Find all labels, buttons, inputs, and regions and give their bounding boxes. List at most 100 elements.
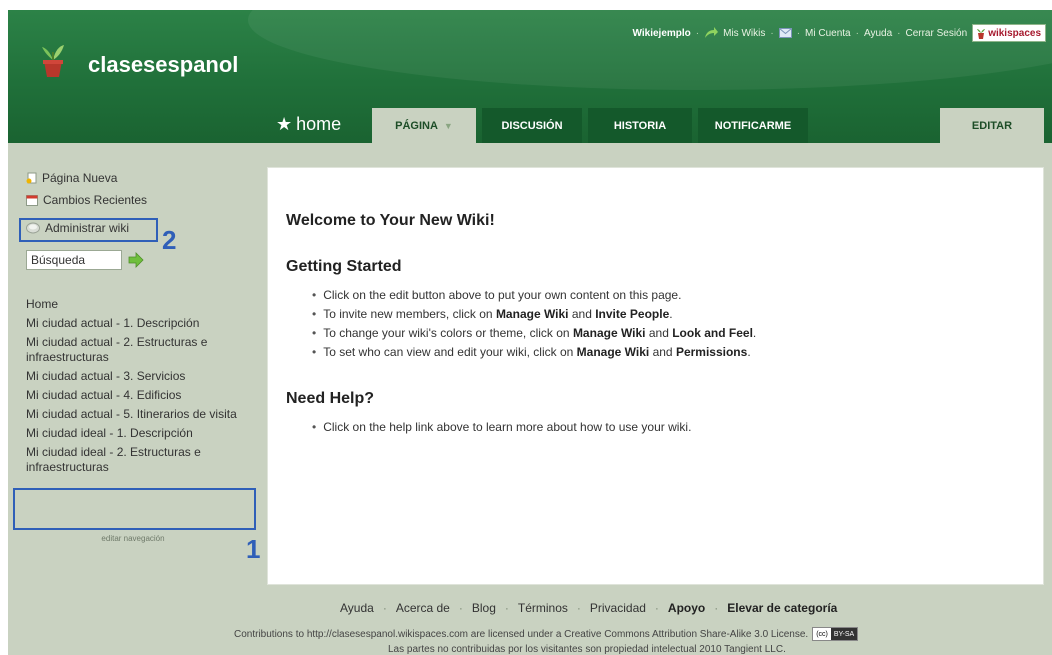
list-item: To change your wiki's colors or theme, c… xyxy=(312,324,1025,343)
nav-item[interactable]: Mi ciudad ideal - 2. Estructuras e infra… xyxy=(26,445,254,475)
license-text: Contributions to http://clasesespanol.wi… xyxy=(234,627,859,641)
footer-link-upgrade[interactable]: Elevar de categoría xyxy=(727,601,837,615)
cc-badge-right: BY-SA xyxy=(830,628,858,640)
top-nav-separator: · xyxy=(855,27,859,39)
tab-history[interactable]: HISTORIA xyxy=(588,108,692,143)
site-title[interactable]: clasesespanol xyxy=(88,52,238,78)
top-nav: Wikiejemplo · Mis Wikis · · Mi Cuenta · … xyxy=(633,24,1046,42)
footer-links: Ayuda · Acerca de · Blog · Términos · Pr… xyxy=(340,601,837,615)
recent-changes-label: Cambios Recientes xyxy=(43,193,148,207)
list-item-text: Click on the help link above to learn mo… xyxy=(323,420,692,434)
recent-changes-link[interactable]: Cambios Recientes xyxy=(26,193,147,207)
nav-item-home[interactable]: Home xyxy=(26,297,254,312)
mail-icon xyxy=(778,28,792,38)
logout-link[interactable]: Cerrar Sesión xyxy=(905,28,967,39)
nav-item[interactable]: Mi ciudad ideal - 1. Descripción xyxy=(26,426,254,441)
wiki-logo-icon[interactable] xyxy=(40,38,66,78)
main-content: Welcome to Your New Wiki! Getting Starte… xyxy=(267,167,1044,585)
my-account-link[interactable]: Mi Cuenta xyxy=(805,28,851,39)
wikispaces-brand-label: wikispaces xyxy=(988,27,1041,39)
edit-button[interactable]: EDITAR xyxy=(940,108,1044,143)
frame-left xyxy=(0,0,8,655)
getting-started-heading: Getting Started xyxy=(286,258,402,275)
new-page-label: Página Nueva xyxy=(42,171,118,185)
list-item-strong: Look and Feel xyxy=(672,326,753,340)
list-item-strong: Manage Wiki xyxy=(495,307,569,321)
list-item-strong: Invite People xyxy=(595,307,670,321)
top-nav-separator: · xyxy=(770,27,774,39)
wikispaces-logo-icon xyxy=(977,29,986,39)
list-item-text: Click on the edit button above to put yo… xyxy=(323,288,682,302)
tab-notify-label: NOTIFICARME xyxy=(714,119,792,132)
list-item-text: . xyxy=(747,345,751,359)
arrow-curve-icon xyxy=(705,27,719,38)
footer-link-support[interactable]: Apoyo xyxy=(668,601,705,615)
nav-item[interactable]: Mi ciudad actual - 2. Estructuras e infr… xyxy=(26,335,254,365)
tab-notify[interactable]: NOTIFICARME xyxy=(698,108,808,143)
search-input[interactable]: Búsqueda xyxy=(26,250,122,270)
footer-separator: · xyxy=(458,601,463,615)
top-nav-separator: · xyxy=(796,27,801,39)
welcome-heading: Welcome to Your New Wiki! xyxy=(286,212,495,229)
wiki-name-link[interactable]: Wikiejemplo xyxy=(633,28,691,39)
license-statement: Contributions to http://clasesespanol.wi… xyxy=(234,628,809,640)
footer-separator: · xyxy=(714,601,719,615)
list-item-text: To change your wiki's colors or theme, c… xyxy=(323,326,573,340)
highlight-box-nav-item xyxy=(13,488,256,530)
cc-badge-left: (cc) xyxy=(816,630,828,638)
list-item-strong: Manage Wiki xyxy=(572,326,646,340)
list-item-strong: Permissions xyxy=(675,345,748,359)
footer-separator: · xyxy=(504,601,509,615)
list-item: To invite new members, click on Manage W… xyxy=(312,305,1025,324)
edit-button-label: EDITAR xyxy=(971,119,1013,132)
nav-item[interactable]: Mi ciudad actual - 5. Itinerarios de vis… xyxy=(26,407,254,422)
search-go-arrow-icon[interactable] xyxy=(128,252,144,268)
footer-link-about[interactable]: Acerca de xyxy=(396,601,450,615)
footer-link-blog[interactable]: Blog xyxy=(472,601,496,615)
my-wikis-link[interactable]: Mis Wikis xyxy=(723,28,765,39)
wikispaces-brand-link[interactable]: wikispaces xyxy=(972,24,1046,42)
tab-page-label: PÁGINA xyxy=(395,119,438,132)
tab-home-label: home xyxy=(296,114,342,134)
nav-item[interactable]: Mi ciudad actual - 4. Edificios xyxy=(26,388,254,403)
footer-separator: · xyxy=(576,601,581,615)
tab-discussion-label: DISCUSIÓN xyxy=(501,119,563,132)
nav-item[interactable]: Mi ciudad actual - 1. Descripción xyxy=(26,316,254,331)
footer-link-terms[interactable]: Términos xyxy=(518,601,568,615)
footer-separator: · xyxy=(382,601,387,615)
list-item-text: and xyxy=(568,307,596,321)
list-item-text: and xyxy=(649,345,676,359)
chevron-down-icon: ▼ xyxy=(443,120,453,131)
need-help-heading: Need Help? xyxy=(286,390,375,407)
list-item-text: and xyxy=(645,326,673,340)
header-swoosh xyxy=(248,10,1052,90)
list-item-text: To set who can view and edit your wiki, … xyxy=(323,345,577,359)
wiki-navigation: Home Mi ciudad actual - 1. Descripción M… xyxy=(26,297,254,479)
tab-page[interactable]: PÁGINA ▼ xyxy=(372,108,476,143)
list-item-strong: Manage Wiki xyxy=(576,345,650,359)
help-link[interactable]: Ayuda xyxy=(864,28,892,39)
page-tabs: ★ home PÁGINA ▼ DISCUSIÓN HISTORIA NOTIF… xyxy=(8,108,1052,143)
highlight-box-manage-wiki xyxy=(19,218,158,242)
list-item: To set who can view and edit your wiki, … xyxy=(312,343,1025,362)
cc-license-badge[interactable]: (cc) BY-SA xyxy=(812,627,859,641)
getting-started-list: Click on the edit button above to put yo… xyxy=(312,286,1025,362)
list-item-text: . xyxy=(752,326,757,340)
tab-discussion[interactable]: DISCUSIÓN xyxy=(482,108,582,143)
list-item-text: To invite new members, click on xyxy=(323,307,496,321)
tab-history-label: HISTORIA xyxy=(613,119,667,132)
footer-separator: · xyxy=(654,601,659,615)
top-nav-separator: · xyxy=(897,27,901,39)
tab-home[interactable]: ★ home xyxy=(276,114,341,135)
footer-link-help[interactable]: Ayuda xyxy=(340,601,374,615)
edit-navigation-link[interactable]: editar navegación xyxy=(8,534,258,543)
nav-item[interactable]: Mi ciudad actual - 3. Servicios xyxy=(26,369,254,384)
copyright-text: Las partes no contribuidas por los visit… xyxy=(388,644,786,655)
help-list: Click on the help link above to learn mo… xyxy=(312,418,1025,437)
annotation-number-2: 2 xyxy=(162,225,177,255)
list-item-text: . xyxy=(669,307,673,321)
new-page-link[interactable]: Página Nueva xyxy=(26,171,117,185)
calendar-icon xyxy=(26,195,38,206)
footer-link-privacy[interactable]: Privacidad xyxy=(590,601,646,615)
star-icon: ★ xyxy=(276,114,293,134)
